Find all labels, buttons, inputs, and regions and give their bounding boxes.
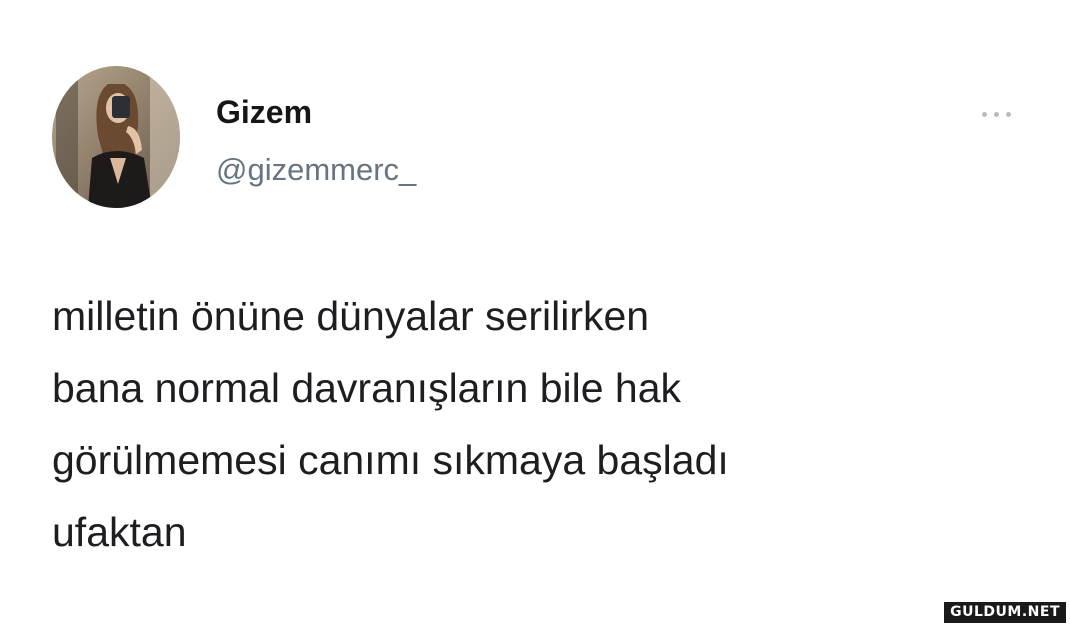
more-dot: [982, 112, 987, 117]
avatar-photo: [52, 66, 180, 208]
more-dot: [994, 112, 999, 117]
display-name[interactable]: Gizem: [216, 94, 312, 131]
tweet-text: milletin önüne dünyalar serilirken bana …: [52, 293, 729, 555]
more-options-icon[interactable]: [976, 104, 1020, 124]
watermark: GULDUM.NET: [944, 602, 1066, 623]
user-handle[interactable]: @gizemmerc_: [216, 152, 416, 188]
more-dot: [1006, 112, 1011, 117]
avatar[interactable]: [52, 66, 180, 208]
tweet-card: Gizem @gizemmerc_ milletin önüne dünyala…: [0, 0, 1070, 627]
